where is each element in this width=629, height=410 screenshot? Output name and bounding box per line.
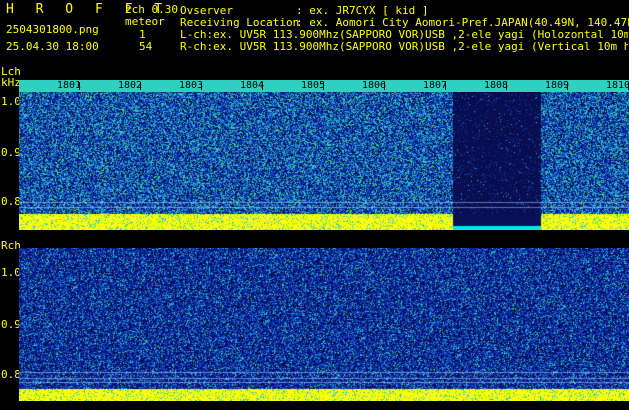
lch-minute-tick [323, 82, 324, 90]
lch-minute-label: 1806 [362, 80, 387, 91]
rch-spectrogram [19, 248, 629, 401]
rch-channel-label: Rch [1, 239, 21, 252]
lch-ytick-2: 0.9 [1, 146, 21, 159]
filename-label: 2504301800.png [6, 23, 99, 36]
lch-minute-tick [140, 82, 141, 90]
lch-minute-tick [201, 82, 202, 90]
lch-minute-label: 1803 [179, 80, 204, 91]
location-value: : ex. Aomori City Aomori-Pref.JAPAN(40.4… [296, 16, 629, 29]
location-label: Receiving Location [180, 16, 300, 29]
lch-minute-label: 1809 [545, 80, 570, 91]
rch-ytick-2: 0.9 [1, 318, 21, 331]
rch-ytick-3: 0.8 [1, 368, 21, 381]
lch-minute-label: 1810 [606, 80, 629, 91]
version-label: 2ch 0.30 [125, 3, 178, 16]
lch-minute-tick [567, 82, 568, 90]
observer-value: : ex. JR7CYX [ kid ] [296, 4, 429, 17]
rch-receiver-line: R-ch:ex. UV5R 113.900Mhz(SAPPORO VOR)USB… [180, 41, 628, 52]
rch-ytick-1: 1.0 [1, 266, 21, 279]
lch-ytick-1: 1.0 [1, 95, 21, 108]
meteor-label: meteor [125, 15, 165, 28]
rch-meteor-count: 54 [139, 40, 153, 53]
lch-minute-tick [79, 82, 80, 90]
lch-minute-label: 1804 [240, 80, 265, 91]
lch-minute-label: 1808 [484, 80, 509, 91]
lch-minute-label: 1807 [423, 80, 448, 91]
lch-minute-tick [506, 82, 507, 90]
lch-meteor-count: 1 [139, 28, 146, 41]
observer-label: Ovserver [180, 4, 233, 17]
lch-minute-label: 1805 [301, 80, 326, 91]
lch-minute-tick [445, 82, 446, 90]
lch-minute-label: 1802 [118, 80, 143, 91]
lch-unit-label: kHz [1, 76, 21, 89]
lch-ytick-3: 0.8 [1, 195, 21, 208]
lch-receiver-line: L-ch:ex. UV5R 113.900Mhz(SAPPORO VOR)USB… [180, 29, 628, 40]
datetime-label: 25.04.30 18:00 [6, 40, 99, 53]
lch-minute-tick [262, 82, 263, 90]
lch-minute-axis: 1801 1802 1803 1804 1805 1806 1807 1808 1809 1810 [19, 80, 629, 92]
lch-minute-label: 1801 [57, 80, 82, 91]
lch-spectrogram [19, 80, 629, 230]
lch-minute-tick [384, 82, 385, 90]
